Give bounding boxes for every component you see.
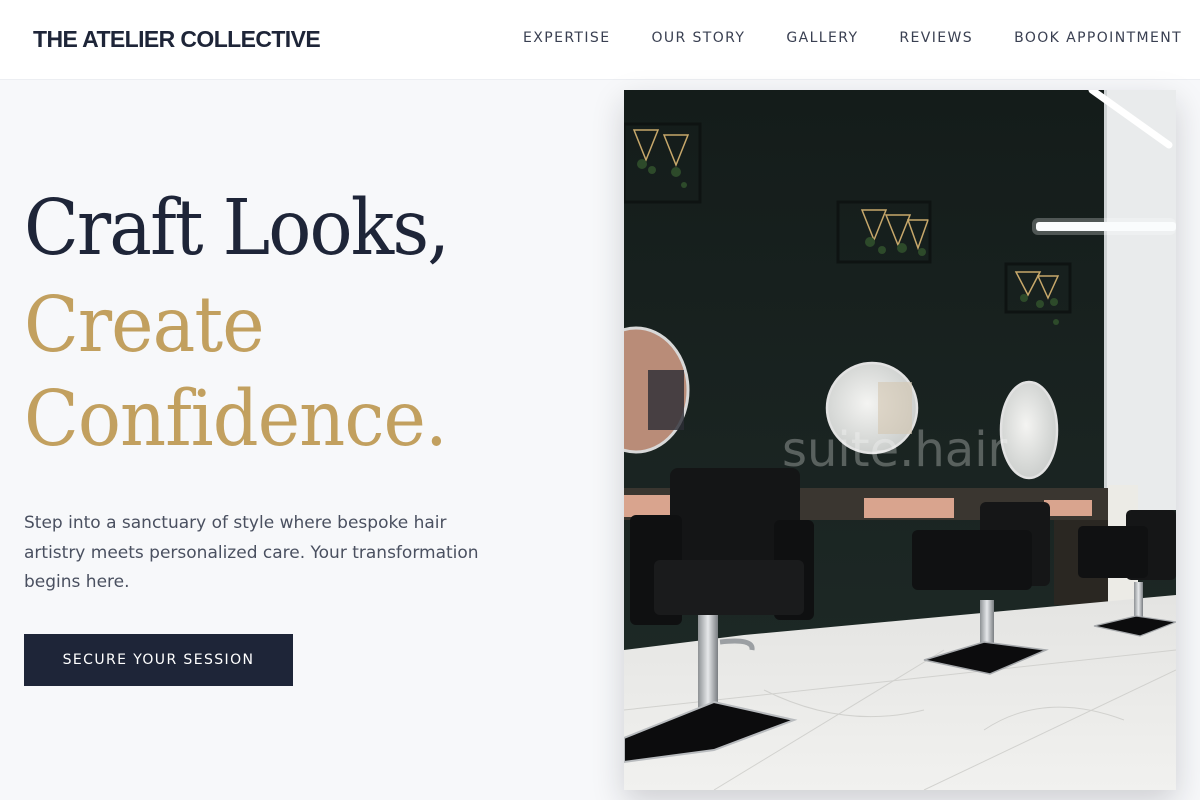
main-nav: EXPERTISE OUR STORY GALLERY REVIEWS BOOK…	[523, 30, 1182, 50]
headline-line-3: Confidence.	[24, 375, 448, 464]
hero-headline: Craft Looks, Create Confidence.	[24, 190, 480, 458]
hero-description: Step into a sanctuary of style where bes…	[24, 513, 479, 592]
nav-gallery[interactable]: GALLERY	[786, 30, 858, 50]
nav-expertise[interactable]: EXPERTISE	[523, 30, 610, 50]
nav-our-story[interactable]: OUR STORY	[651, 30, 745, 50]
salon-interior-image: suite.hair	[624, 90, 1176, 790]
nav-reviews[interactable]: REVIEWS	[899, 30, 973, 50]
brand-logo[interactable]: THE ATELIER COLLECTIVE	[33, 26, 321, 53]
nav-book-appointment[interactable]: BOOK APPOINTMENT	[1014, 30, 1182, 50]
headline-line-2: Create	[24, 281, 265, 370]
site-header: THE ATELIER COLLECTIVE EXPERTISE OUR STO…	[0, 0, 1200, 80]
image-watermark: suite.hair	[782, 422, 1008, 478]
secure-session-button[interactable]: SECURE YOUR SESSION	[24, 634, 293, 686]
headline-line-1: Craft Looks,	[24, 184, 450, 273]
